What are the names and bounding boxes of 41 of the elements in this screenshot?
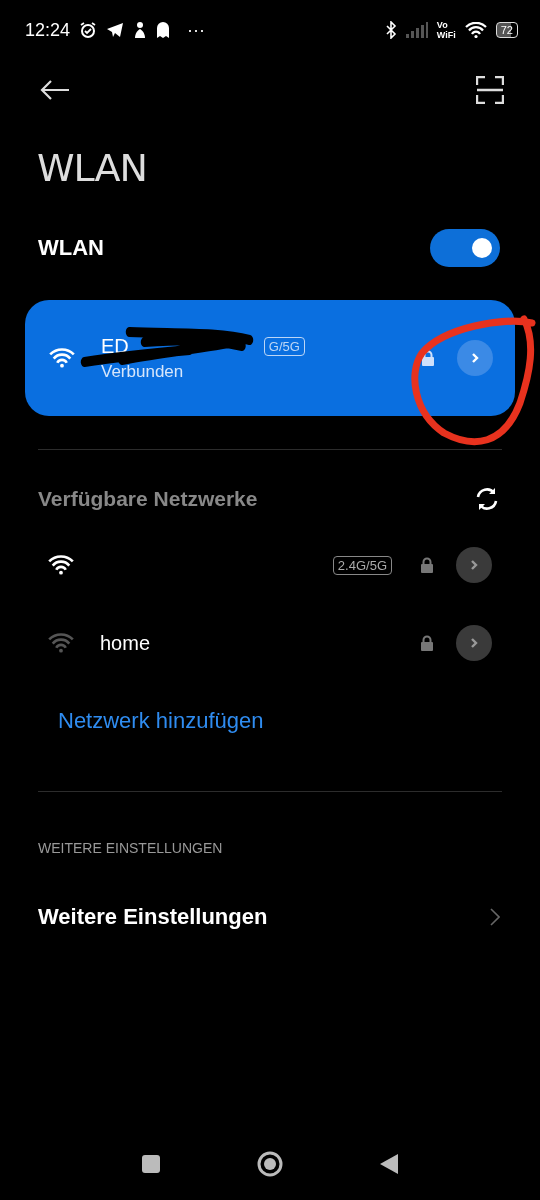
connection-status: Verbunden: [101, 361, 185, 382]
wlan-label: WLAN: [38, 235, 104, 261]
section-caption: WEITERE EINSTELLUNGEN: [38, 840, 224, 856]
vowifi-indicator: Vo WiFi: [436, 20, 456, 40]
recents-icon[interactable]: [141, 1154, 161, 1174]
chevron-icon: [468, 559, 480, 571]
wifi-icon: [464, 22, 487, 38]
chevron-icon: [468, 637, 480, 649]
back-arrow-icon[interactable]: [40, 80, 70, 100]
paper-plane-icon: [106, 22, 125, 38]
network-name: ED: [101, 334, 129, 358]
battery-indicator: 72: [495, 22, 518, 38]
connected-network-card[interactable]: ED G/5G Verbunden: [25, 300, 515, 416]
wifi-icon: [48, 555, 74, 575]
network-row[interactable]: 2.4G/5G: [0, 526, 540, 604]
more-notifications: ···: [187, 19, 206, 41]
chevron-icon: [490, 908, 500, 926]
alarm-icon: [79, 21, 98, 39]
details-button[interactable]: [456, 625, 492, 661]
ghost-icon: [156, 21, 171, 39]
home-icon[interactable]: [256, 1150, 284, 1178]
band-tag: 2.4G/5G: [332, 555, 392, 575]
band-tag: G/5G: [263, 336, 305, 356]
signal-icon: [405, 22, 428, 38]
clock: 12:24: [25, 19, 71, 41]
wifi-icon: [49, 348, 75, 368]
add-network-link[interactable]: Netzwerk hinzufügen: [58, 708, 540, 758]
network-row[interactable]: home: [0, 604, 540, 682]
details-button[interactable]: [456, 547, 492, 583]
refresh-icon[interactable]: [474, 486, 500, 512]
section-heading: Verfügbare Netzwerke: [38, 487, 258, 511]
figure-icon: [133, 21, 148, 39]
bluetooth-icon: [384, 21, 397, 39]
network-name: home: [100, 631, 151, 655]
wlan-switch[interactable]: [430, 229, 500, 267]
page-title: WLAN: [37, 146, 149, 190]
chevron-icon: [469, 352, 481, 364]
back-icon[interactable]: [379, 1153, 399, 1175]
wifi-icon: [48, 633, 74, 653]
scan-icon[interactable]: [476, 76, 504, 104]
settings-item[interactable]: Weitere Einstellungen: [0, 904, 540, 930]
